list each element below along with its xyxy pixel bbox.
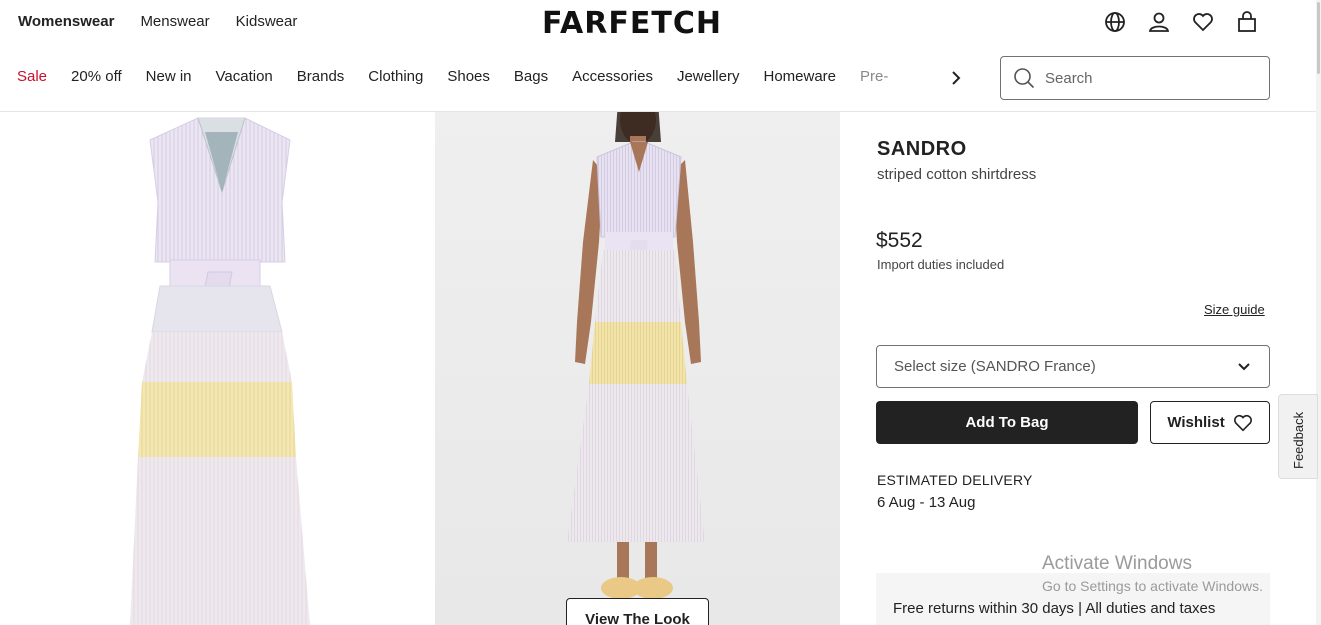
product-description: striped cotton shirtdress — [877, 166, 1037, 183]
product-brand[interactable]: SANDRO — [877, 138, 967, 161]
scrollbar-thumb[interactable] — [1317, 2, 1320, 74]
top-header: Womenswear Menswear Kidswear FARFETCH — [0, 0, 1321, 48]
search-input[interactable] — [1045, 69, 1245, 87]
size-select-label: Select size (SANDRO France) — [894, 358, 1096, 375]
tab-kidswear[interactable]: Kidswear — [236, 13, 298, 30]
product-price: $552 — [876, 229, 923, 252]
account-icon[interactable] — [1148, 10, 1170, 34]
nav-clothing[interactable]: Clothing — [368, 68, 423, 85]
nav-20-off[interactable]: 20% off — [71, 68, 122, 85]
search-icon — [1014, 68, 1035, 89]
farfetch-logo[interactable]: FARFETCH — [542, 6, 722, 41]
nav-brands[interactable]: Brands — [297, 68, 345, 85]
globe-icon[interactable] — [1104, 10, 1126, 34]
add-to-bag-button[interactable]: Add To Bag — [876, 401, 1138, 444]
size-select-dropdown[interactable]: Select size (SANDRO France) — [876, 345, 1270, 388]
shopping-bag-icon[interactable] — [1236, 10, 1258, 34]
nav-bags[interactable]: Bags — [514, 68, 548, 85]
tab-menswear[interactable]: Menswear — [140, 13, 209, 30]
tab-womenswear[interactable]: Womenswear — [18, 13, 114, 30]
search-box[interactable] — [1000, 56, 1270, 100]
wishlist-heart-icon[interactable] — [1192, 10, 1214, 34]
category-nav: Sale 20% off New in Vacation Brands Clot… — [17, 68, 888, 85]
nav-pre-owned[interactable]: Pre- — [860, 68, 888, 85]
feedback-label: Feedback — [1291, 411, 1306, 469]
windows-activation-watermark: Activate Windows Go to Settings to activ… — [1042, 553, 1263, 594]
chevron-right-icon[interactable] — [946, 68, 966, 88]
wishlist-label: Wishlist — [1167, 414, 1225, 431]
view-the-look-button[interactable]: View The Look — [566, 598, 709, 625]
nav-sale[interactable]: Sale — [17, 68, 47, 85]
chevron-down-icon — [1238, 363, 1250, 371]
nav-vacation[interactable]: Vacation — [216, 68, 273, 85]
heart-icon — [1233, 414, 1252, 431]
product-image-model[interactable] — [435, 112, 840, 625]
size-guide-link[interactable]: Size guide — [1204, 302, 1265, 317]
nav-shoes[interactable]: Shoes — [447, 68, 490, 85]
estimated-delivery-title: ESTIMATED DELIVERY — [877, 472, 1033, 488]
free-returns-text: Free returns within 30 days | All duties… — [893, 600, 1216, 617]
estimated-delivery-dates: 6 Aug - 13 Aug — [877, 494, 976, 511]
header-icons — [1104, 10, 1258, 34]
nav-new-in[interactable]: New in — [146, 68, 192, 85]
gender-nav: Womenswear Menswear Kidswear — [18, 13, 297, 30]
nav-homeware[interactable]: Homeware — [763, 68, 836, 85]
wishlist-button[interactable]: Wishlist — [1150, 401, 1270, 444]
import-duties-note: Import duties included — [877, 257, 1005, 272]
product-image-front[interactable] — [0, 112, 425, 625]
nav-jewellery[interactable]: Jewellery — [677, 68, 740, 85]
nav-accessories[interactable]: Accessories — [572, 68, 653, 85]
page-scrollbar[interactable] — [1316, 0, 1321, 625]
watermark-title: Activate Windows — [1042, 553, 1192, 574]
watermark-subtitle: Go to Settings to activate Windows. — [1042, 578, 1263, 594]
feedback-tab[interactable]: Feedback — [1278, 394, 1318, 479]
